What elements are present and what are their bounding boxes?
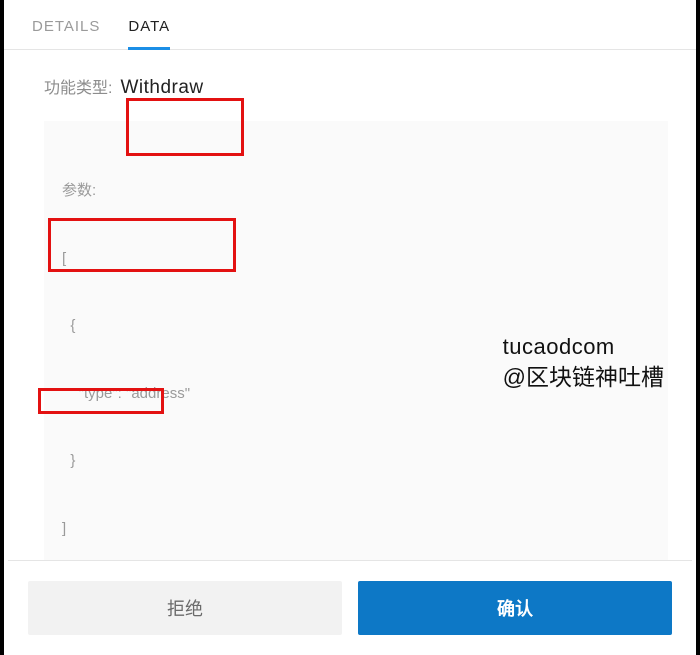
- app-root: DETAILS DATA 功能类型: Withdraw 参数: [ { "typ…: [0, 0, 700, 655]
- params-line: "type": "address": [62, 383, 650, 406]
- tab-bar: DETAILS DATA: [4, 0, 696, 50]
- function-type-value: Withdraw: [120, 77, 203, 99]
- params-block: 参数: [ { "type": "address" } ]: [44, 121, 668, 603]
- function-type-row: 功能类型: Withdraw: [44, 74, 668, 99]
- params-line: [: [62, 248, 650, 271]
- params-label: 参数:: [62, 180, 650, 203]
- function-type-label: 功能类型:: [44, 74, 112, 98]
- params-line: }: [62, 450, 650, 473]
- reject-button[interactable]: 拒绝: [28, 581, 342, 635]
- tab-data[interactable]: DATA: [128, 18, 170, 49]
- tab-details[interactable]: DETAILS: [32, 18, 100, 49]
- params-line: {: [62, 315, 650, 338]
- params-line: ]: [62, 518, 650, 541]
- confirm-button[interactable]: 确认: [358, 581, 672, 635]
- action-bar: 拒绝 确认: [8, 560, 692, 655]
